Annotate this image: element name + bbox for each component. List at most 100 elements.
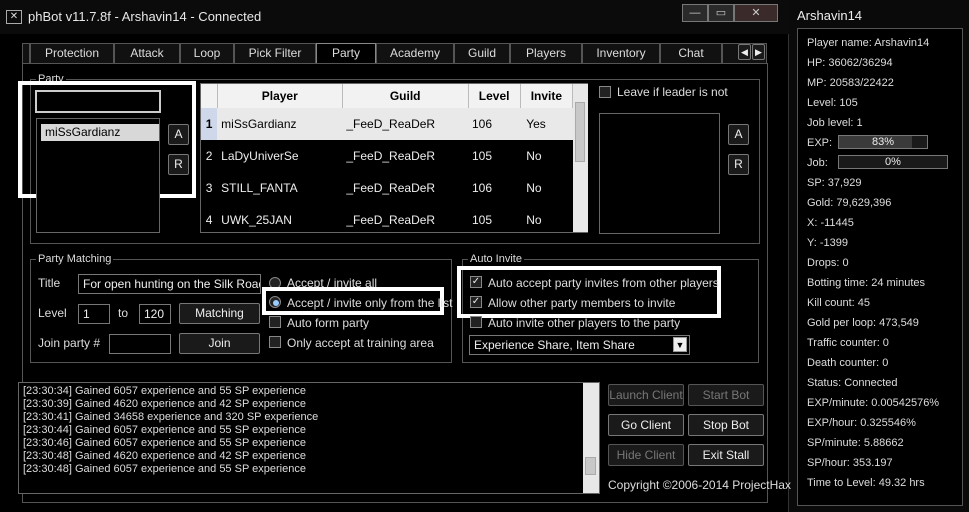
job-progress-text: 0%	[885, 156, 901, 168]
stop-bot-button[interactable]: Stop Bot	[688, 414, 764, 436]
exit-stall-button[interactable]: Exit Stall	[688, 444, 764, 466]
join-party-input[interactable]	[109, 334, 171, 354]
copyright-text: Copyright ©2006-2014 ProjectHax	[608, 478, 791, 492]
tab-chat[interactable]: Chat	[660, 43, 722, 63]
cell-invite: No	[526, 149, 542, 163]
cell-guild: _FeeD_ReaDeR	[342, 108, 468, 140]
leader-remove-button[interactable]: R	[728, 154, 749, 175]
tab-loop[interactable]: Loop	[180, 43, 234, 63]
column-header-num	[201, 84, 218, 108]
scrollbar-thumb[interactable]	[585, 457, 596, 475]
tab-players[interactable]: Players	[510, 43, 582, 63]
share-select-value: Experience Share, Item Share	[474, 338, 635, 352]
share-select[interactable]: Experience Share, Item Share ▼	[469, 335, 690, 355]
only-training-checkbox[interactable]	[269, 336, 281, 348]
leader-add-button[interactable]: A	[728, 124, 749, 145]
tab-attack[interactable]: Attack	[114, 43, 180, 63]
stat-kill-count: Kill count: 45	[807, 297, 870, 309]
party-member-list[interactable]: miSsGardianz	[36, 118, 160, 233]
tab-pick-filter[interactable]: Pick Filter	[234, 43, 316, 63]
cell-level: 105	[472, 149, 493, 163]
table-row[interactable]: 1 miSsGardianz _FeeD_ReaDeR 106 Yes	[201, 108, 573, 140]
remove-button[interactable]: R	[168, 154, 189, 175]
allow-others-checkbox[interactable]: ✓	[470, 296, 482, 308]
join-button[interactable]: Join	[179, 333, 260, 354]
title-label: Title	[38, 276, 61, 290]
tab-edge	[22, 43, 30, 63]
table-header: Player Guild Level Invite	[201, 84, 574, 108]
column-header-player[interactable]: Player	[217, 84, 343, 108]
log-line: [23:30:34] Gained 6057 experience and 55…	[23, 385, 306, 397]
log-lines: [23:30:34] Gained 6057 experience and 55…	[23, 385, 318, 476]
launch-client-button[interactable]: Launch Client	[608, 384, 684, 406]
matching-button[interactable]: Matching	[179, 303, 260, 324]
job-progress-bar: 0%	[838, 155, 948, 169]
cell-player: miSsGardianz	[217, 108, 343, 140]
start-bot-button[interactable]: Start Bot	[688, 384, 764, 406]
column-header-level[interactable]: Level	[468, 84, 521, 108]
log-line: [23:30:48] Gained 6057 experience and 55…	[23, 463, 306, 475]
table-row[interactable]: 3 STILL_FANTA _FeeD_ReaDeR 106 No	[201, 172, 573, 204]
stat-hp: HP: 36062/36294	[807, 57, 893, 69]
stat-death-counter: Death counter: 0	[807, 357, 889, 369]
auto-form-party-checkbox[interactable]	[269, 316, 281, 328]
matching-title-input[interactable]: For open hunting on the Silk Road!	[78, 274, 261, 294]
stat-mp: MP: 20583/22422	[807, 77, 894, 89]
level-to-input[interactable]: 120	[139, 304, 171, 324]
stat-x: X: -11445	[807, 217, 854, 229]
stats-window-title: Arshavin14	[797, 8, 863, 23]
cell-guild: _FeeD_ReaDeR	[346, 213, 436, 227]
hide-client-button[interactable]: Hide Client	[608, 444, 684, 466]
tab-inventory[interactable]: Inventory	[582, 43, 660, 63]
stat-exp-hour: EXP/hour: 0.325546%	[807, 417, 916, 429]
highlight-box	[457, 266, 721, 318]
column-header-invite[interactable]: Invite	[520, 84, 574, 108]
stat-gold-per-loop: Gold per loop: 473,549	[807, 317, 919, 329]
table-scrollbar[interactable]	[573, 84, 588, 232]
tab-guild[interactable]: Guild	[454, 43, 510, 63]
tab-scroll-right-icon[interactable]: ▶	[752, 44, 765, 60]
tab-party[interactable]: Party	[316, 43, 376, 64]
party-name-input[interactable]	[35, 90, 161, 113]
join-party-label: Join party #	[38, 336, 101, 350]
log-line: [23:30:46] Gained 6057 experience and 55…	[23, 437, 306, 449]
party-table[interactable]: Player Guild Level Invite 1 miSsGardianz…	[200, 83, 588, 233]
tab-academy[interactable]: Academy	[376, 43, 454, 63]
scrollbar-thumb[interactable]	[575, 102, 585, 162]
chevron-down-icon[interactable]: ▼	[673, 337, 687, 352]
auto-invite-others-label: Auto invite other players to the party	[488, 316, 681, 330]
table-row[interactable]: 4 UWK_25JAN _FeeD_ReaDeR 105 No	[201, 204, 573, 236]
add-button[interactable]: A	[168, 124, 189, 145]
stat-level: Level: 105	[807, 97, 858, 109]
leave-if-leader-checkbox[interactable]	[599, 86, 611, 98]
stat-job-level: Job level: 1	[807, 117, 863, 129]
close-button[interactable]: ✕	[734, 4, 778, 22]
accept-list-label: Accept / invite only from the list	[287, 296, 453, 310]
only-training-label: Only accept at training area	[287, 336, 434, 350]
leader-list[interactable]	[599, 113, 720, 234]
auto-invite-others-checkbox[interactable]	[470, 316, 482, 328]
go-client-button[interactable]: Go Client	[608, 414, 684, 436]
log-line: [23:30:44] Gained 6057 experience and 55…	[23, 424, 306, 436]
party-matching-title: Party Matching	[36, 253, 114, 265]
stat-y: Y: -1399	[807, 237, 848, 249]
row-number: 3	[205, 181, 213, 195]
maximize-button[interactable]: ▭	[708, 4, 734, 22]
stat-status: Status: Connected	[807, 377, 898, 389]
tab-scroll-left-icon[interactable]: ◀	[738, 44, 751, 60]
column-header-guild[interactable]: Guild	[342, 84, 469, 108]
stat-traffic-counter: Traffic counter: 0	[807, 337, 889, 349]
cell-guild: _FeeD_ReaDeR	[346, 149, 436, 163]
accept-list-radio[interactable]	[269, 296, 281, 308]
log-scrollbar[interactable]	[583, 383, 599, 493]
leave-if-leader-label: Leave if leader is not	[617, 85, 728, 99]
list-item[interactable]: miSsGardianz	[41, 124, 159, 141]
cell-invite: Yes	[520, 108, 573, 140]
tab-protection[interactable]: Protection	[30, 43, 114, 63]
log-box[interactable]: [23:30:34] Gained 6057 experience and 55…	[18, 382, 600, 494]
cell-guild: _FeeD_ReaDeR	[346, 181, 436, 195]
level-from-input[interactable]: 1	[78, 304, 110, 324]
auto-accept-checkbox[interactable]: ✓	[470, 276, 482, 288]
table-row[interactable]: 2 LaDyUniverSe _FeeD_ReaDeR 105 No	[201, 140, 573, 172]
minimize-button[interactable]: —	[682, 4, 708, 22]
